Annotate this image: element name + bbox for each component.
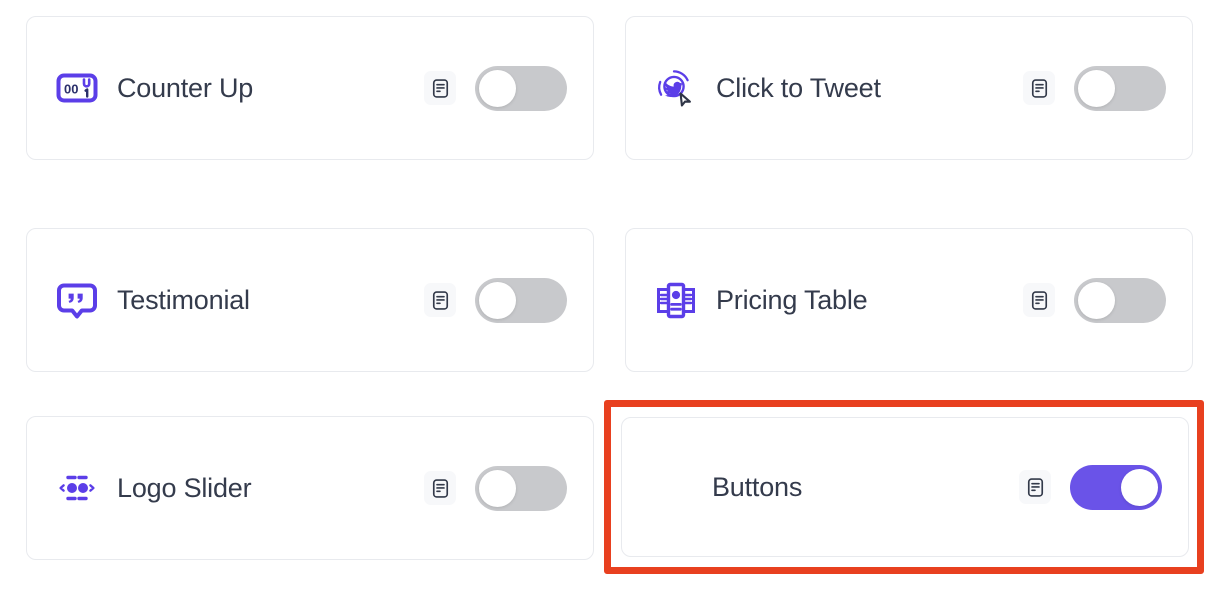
widget-title: Pricing Table (716, 284, 868, 315)
widget-card-left: Logo Slider (55, 466, 424, 510)
documentation-button[interactable] (424, 283, 456, 317)
widget-card-left: Testimonial (55, 278, 424, 322)
click-to-tweet-icon (654, 66, 698, 110)
widget-card-right (1019, 464, 1162, 510)
widget-card-click-to-tweet[interactable]: Click to Tweet (625, 16, 1193, 160)
documentation-icon (432, 78, 448, 98)
click-to-tweet-icon (658, 70, 691, 107)
widget-card-counter-up[interactable]: 00 Counter Up (26, 16, 594, 160)
documentation-button[interactable] (424, 471, 456, 505)
widget-title: Logo Slider (117, 472, 252, 503)
toggle-knob (1078, 281, 1115, 319)
toggle-knob (1121, 468, 1158, 506)
counter-up-icon: 00 (56, 73, 98, 103)
widget-card-pricing-table[interactable]: Pricing Table (625, 228, 1193, 372)
documentation-icon (1031, 290, 1047, 310)
pricing-table-icon (657, 282, 695, 319)
widget-title: Testimonial (117, 284, 250, 315)
widget-card-right (424, 65, 567, 111)
widget-title: Click to Tweet (716, 72, 881, 103)
testimonial-icon (55, 278, 99, 322)
widget-card-left: Click to Tweet (654, 66, 1023, 110)
widget-card-buttons[interactable]: Buttons (621, 417, 1189, 557)
documentation-button[interactable] (1019, 470, 1051, 504)
widget-card-right (424, 277, 567, 323)
widget-enable-toggle[interactable] (475, 65, 567, 111)
counter-up-icon: 00 (55, 66, 99, 110)
widget-enable-toggle[interactable] (1074, 277, 1166, 323)
pricing-table-icon (654, 278, 698, 322)
widget-card-right (1023, 65, 1166, 111)
widget-card-left: Pricing Table (654, 278, 1023, 322)
testimonial-icon (57, 283, 97, 319)
documentation-icon (432, 290, 448, 310)
widget-enable-toggle[interactable] (475, 465, 567, 511)
documentation-icon (1027, 477, 1043, 497)
widget-card-left: Buttons (650, 465, 1019, 509)
documentation-button[interactable] (1023, 283, 1055, 317)
widget-grid: 00 Counter Up Click to Tweet Testimonial… (0, 0, 1222, 598)
documentation-icon (1031, 78, 1047, 98)
documentation-button[interactable] (424, 71, 456, 105)
toggle-knob (479, 469, 516, 507)
logo-slider-icon (59, 475, 95, 501)
widget-card-right (424, 465, 567, 511)
documentation-icon (432, 478, 448, 498)
widget-card-testimonial[interactable]: Testimonial (26, 228, 594, 372)
widget-icon-placeholder (650, 465, 694, 509)
widget-enable-toggle[interactable] (1070, 464, 1162, 510)
widget-enable-toggle[interactable] (475, 277, 567, 323)
widget-title: Counter Up (117, 72, 254, 103)
documentation-button[interactable] (1023, 71, 1055, 105)
widget-card-left: 00 Counter Up (55, 66, 424, 110)
svg-text:00: 00 (64, 82, 78, 97)
widget-title: Buttons (712, 471, 803, 502)
widget-enable-toggle[interactable] (1074, 65, 1166, 111)
toggle-knob (1078, 69, 1115, 107)
widget-card-logo-slider[interactable]: Logo Slider (26, 416, 594, 560)
widget-card-right (1023, 277, 1166, 323)
toggle-knob (479, 69, 516, 107)
toggle-knob (479, 281, 516, 319)
logo-slider-icon (55, 466, 99, 510)
